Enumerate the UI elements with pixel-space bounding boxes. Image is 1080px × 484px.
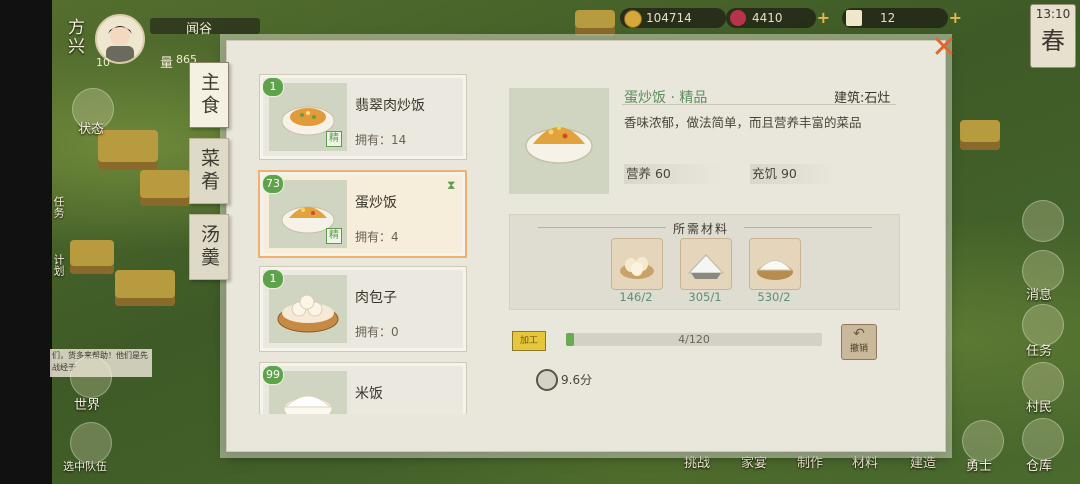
recipe-level-badge: 99	[262, 365, 284, 385]
recipe-item-rice[interactable]: 99 米饭	[259, 362, 467, 414]
material-eggs[interactable]	[611, 238, 663, 290]
recipe-name: 米饭	[355, 386, 383, 402]
village-building	[115, 270, 175, 306]
materials-button[interactable]: 材料	[852, 452, 878, 471]
storage-label: 仓库	[1026, 459, 1053, 474]
village-building	[70, 240, 114, 274]
process-button[interactable]: 加工	[512, 331, 546, 351]
screen-edge	[0, 0, 52, 484]
material-rice[interactable]	[749, 238, 801, 290]
recipe-owned: 拥有：4	[355, 230, 399, 244]
recipe-name: 翡翠肉炒饭	[355, 98, 425, 114]
recipe-owned: 拥有：14	[355, 133, 407, 147]
quality-tag: 精	[326, 131, 342, 147]
material-count: 530/2	[757, 290, 791, 304]
satiety-stat: 充饥 90	[750, 164, 836, 184]
ticket-counter: 12 +	[842, 8, 962, 28]
divider	[622, 104, 896, 105]
recipe-level-badge: 73	[262, 174, 284, 194]
hourglass-icon: ⧗	[447, 178, 456, 192]
storage-button[interactable]	[1022, 418, 1064, 460]
gem-counter: 4410 +	[726, 8, 830, 28]
tab-dishes[interactable]: 菜肴	[189, 138, 229, 204]
tab-soups[interactable]: 汤羹	[189, 214, 229, 280]
warrior-label: 勇士	[966, 459, 993, 474]
production-progress-bar: 4/120	[566, 333, 822, 346]
hud-resource-label: 量	[160, 56, 174, 71]
materials-title: 所需材料	[673, 222, 730, 236]
craft-button[interactable]: 制作	[797, 452, 823, 471]
material-count: 146/2	[619, 290, 653, 304]
task-label: 任务	[1026, 344, 1053, 359]
villagers-label: 村民	[1026, 400, 1053, 415]
recipe-owned: 拥有：0	[355, 325, 399, 339]
recipe-item-meat-bun[interactable]: 1 肉包子 拥有：0	[259, 266, 467, 352]
village-building	[960, 120, 1000, 150]
recipe-name: 肉包子	[355, 290, 397, 306]
egg-fried-rice-large-icon	[525, 126, 593, 164]
plan-side-label[interactable]: 计划	[50, 254, 66, 276]
world-button[interactable]	[70, 356, 112, 398]
divider	[538, 227, 666, 228]
village-building	[140, 170, 190, 206]
coin-counter: 104714	[620, 8, 726, 28]
dish-description: 香味浓郁，做法简单，而且营养丰富的菜品	[624, 115, 862, 130]
material-count: 305/1	[688, 290, 722, 304]
add-tickets-button[interactable]: +	[949, 8, 962, 28]
banquet-button[interactable]: 家宴	[741, 452, 767, 471]
team-label: 选中队伍	[63, 460, 107, 473]
divider	[744, 227, 872, 228]
recipe-list[interactable]: 1 精 翡翠肉炒饭 拥有：14 73 精 ⧗ 蛋炒饭 拥有：4 1 肉包子 拥有…	[256, 70, 472, 414]
progress-text: 4/120	[678, 333, 710, 346]
season-card[interactable]: 13:10 春	[1030, 4, 1076, 68]
cancel-label: 撤销	[849, 344, 868, 354]
tab-staple-food[interactable]: 主食	[189, 62, 229, 128]
season-label: 春	[1041, 27, 1065, 55]
cook-time: 9.6分	[561, 373, 593, 387]
challenge-button[interactable]: 挑战	[684, 452, 710, 471]
salt-icon	[687, 254, 725, 279]
recipe-name: 蛋炒饭	[355, 195, 397, 211]
player-name: 闻谷	[186, 22, 213, 37]
close-icon[interactable]: ✕	[930, 33, 958, 63]
scroll-ticket-icon	[846, 10, 862, 26]
village-building	[98, 130, 158, 170]
undo-arrow-icon: ↶	[853, 326, 865, 342]
coin-amount: 104714	[646, 11, 692, 25]
recipe-item-egg-fried-rice[interactable]: 73 精 ⧗ 蛋炒饭 拥有：4	[258, 170, 467, 258]
coin-icon	[624, 10, 642, 28]
build-button[interactable]: 建造	[910, 452, 936, 471]
dish-preview	[509, 88, 609, 194]
village-building	[575, 10, 615, 36]
ticket-amount: 12	[880, 11, 896, 25]
clock-icon	[536, 369, 558, 391]
cancel-button[interactable]: ↶ 撤销	[841, 324, 877, 360]
eggs-icon	[620, 257, 654, 279]
add-gems-button[interactable]: +	[817, 8, 830, 28]
status-label: 状态	[78, 122, 105, 137]
location-label: 方兴	[64, 18, 84, 56]
gem-amount: 4410	[752, 11, 783, 25]
rice-icon	[757, 260, 793, 280]
flower-menu-button[interactable]	[1022, 200, 1064, 242]
quality-tag: 精	[326, 228, 342, 244]
material-salt[interactable]	[680, 238, 732, 290]
recipe-level-badge: 1	[262, 269, 284, 289]
player-level: 10	[96, 56, 110, 69]
task-side-label[interactable]: 任务	[50, 196, 66, 218]
recipe-item-jade-fried-rice[interactable]: 1 精 翡翠肉炒饭 拥有：14	[259, 74, 467, 160]
nutrition-stat: 营养 60	[624, 164, 722, 184]
clock-time: 13:10	[1035, 7, 1071, 21]
recipe-level-badge: 1	[262, 77, 284, 97]
world-label: 世界	[74, 398, 101, 413]
flower-gem-icon	[730, 10, 746, 26]
digest-label: 消息	[1026, 288, 1053, 303]
